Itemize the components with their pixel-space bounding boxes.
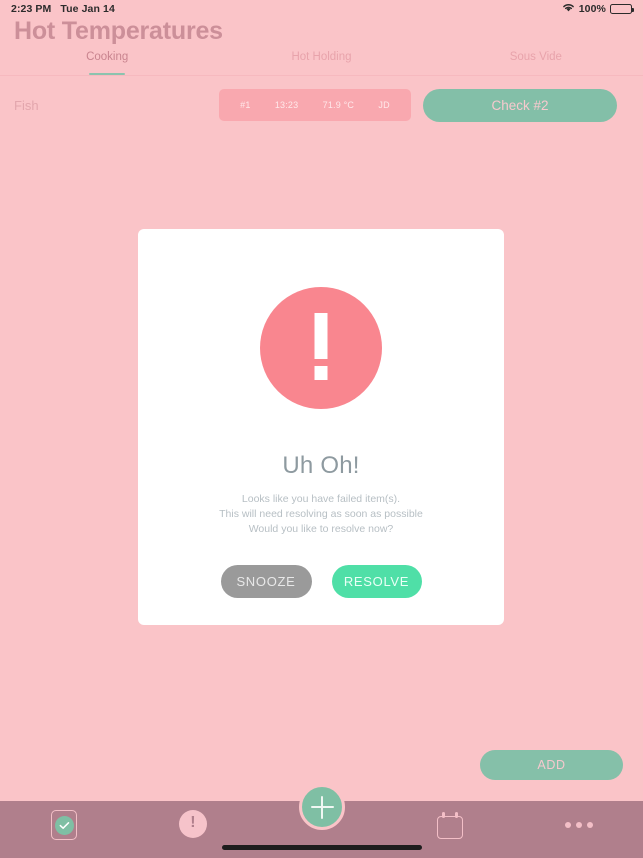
dialog-title: Uh Oh! [282, 452, 360, 479]
reading-chip[interactable]: #1 13:23 71.9 °C JD [219, 89, 411, 121]
alert-circle-icon: ! [178, 810, 207, 838]
reading-check-number: #1 [240, 100, 251, 110]
exclamation-dot [314, 366, 328, 380]
nav-item-more[interactable] [514, 801, 643, 840]
tab-sous-vide[interactable]: Sous Vide [429, 48, 643, 75]
battery-percent: 100% [578, 2, 606, 15]
calendar-body [437, 816, 464, 839]
exclamation-bar [314, 313, 328, 359]
item-row-fish: Fish #1 13:23 71.9 °C JD Check #2 [0, 76, 643, 134]
tab-cooking[interactable]: Cooking [0, 48, 214, 75]
status-time: 2:23 PM [11, 2, 52, 15]
reading-time: 13:23 [274, 100, 299, 110]
check-circle-icon [54, 815, 74, 835]
dialog-message: Looks like you have failed item(s). This… [219, 493, 423, 535]
nav-item-alerts[interactable]: ! [129, 801, 258, 838]
dialog-actions: SNOOZE RESOLVE [220, 564, 422, 598]
nav-item-checks[interactable] [0, 801, 129, 840]
status-bar: 2:23 PM Tue Jan 14 100% [0, 0, 643, 17]
reading-temperature: 71.9 °C [322, 100, 355, 110]
ellipsis-dot [575, 822, 582, 828]
home-indicator [221, 845, 422, 850]
plus-icon-vertical [320, 795, 324, 819]
clipboard-check-icon [51, 810, 78, 840]
add-fab-button[interactable] [299, 784, 345, 830]
battery-icon [610, 3, 634, 14]
tab-hot-holding[interactable]: Hot Holding [214, 48, 428, 75]
add-button[interactable]: ADD [480, 750, 623, 780]
calendar-icon [437, 812, 464, 839]
ellipsis-dot [586, 822, 593, 828]
check-button[interactable]: Check #2 [423, 88, 617, 122]
exclamation-circle-icon [260, 287, 382, 409]
snooze-button[interactable]: SNOOZE [220, 564, 312, 598]
page-title: Hot Temperatures [14, 17, 223, 45]
resolve-button[interactable]: RESOLVE [331, 564, 422, 598]
status-bar-left: 2:23 PM Tue Jan 14 [11, 3, 115, 15]
ellipsis-icon [564, 810, 593, 840]
status-bar-right: 100% [562, 2, 634, 15]
alert-dialog: Uh Oh! Looks like you have failed item(s… [138, 229, 504, 625]
wifi-icon [562, 2, 575, 15]
tab-hot-holding-label: Hot Holding [291, 51, 352, 63]
reading-initials: JD [378, 100, 390, 110]
status-date: Tue Jan 14 [60, 2, 115, 15]
nav-item-calendar[interactable] [386, 801, 515, 839]
tab-cooking-label: Cooking [86, 51, 129, 63]
item-name: Fish [14, 97, 39, 113]
app-root: 2:23 PM Tue Jan 14 100% Hot Temperatures… [0, 0, 643, 858]
ellipsis-dot [564, 822, 571, 828]
tab-sous-vide-label: Sous Vide [509, 51, 562, 63]
tab-bar: Cooking Hot Holding Sous Vide [0, 48, 643, 75]
